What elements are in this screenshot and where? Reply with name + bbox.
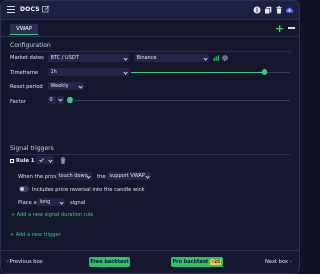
menu-icon[interactable] [7, 6, 15, 14]
reset-period-select[interactable]: Weekly [48, 82, 84, 90]
toggle-knob [19, 186, 24, 191]
header-actions [252, 5, 294, 14]
add-trigger-link[interactable]: + Add a new trigger [10, 232, 61, 238]
chevron-down-icon [58, 97, 63, 102]
rule-checkbox[interactable] [10, 159, 14, 163]
factor-input[interactable]: 0 [48, 96, 56, 104]
tab-vwap[interactable]: VWAP [10, 24, 39, 35]
pro-backtest-label: Pro backtest [172, 259, 209, 265]
free-backtest-button[interactable]: Free backtest [89, 257, 130, 267]
add-tab-button[interactable]: + [275, 23, 284, 34]
timeframe-slider-fill [131, 71, 264, 73]
timeframe-label: Timeframe [10, 70, 39, 76]
previous-box-label: Previous box [9, 259, 43, 265]
direction-value: long [39, 199, 51, 205]
chevron-down-icon [145, 173, 150, 179]
pair-value: BTC / USDT [50, 55, 79, 61]
factor-label: Factor [10, 99, 26, 105]
configuration-divider [10, 51, 290, 52]
delete-icon[interactable] [274, 5, 283, 14]
panel-title: DOCS [20, 6, 40, 13]
previous-box-link[interactable]: ‹ Previous box [6, 259, 43, 265]
panel-header: DOCS [1, 1, 299, 20]
factor-value: 0 [49, 97, 53, 103]
exchange-value: Binance [136, 55, 157, 61]
signal-triggers-divider [10, 154, 290, 155]
direction-select[interactable]: long [37, 198, 65, 206]
chevron-down-icon [59, 199, 64, 205]
place-a-label: Place a [18, 200, 37, 206]
timeframe-slider-handle[interactable] [261, 69, 267, 75]
check-icon [38, 156, 44, 167]
signal-label: signal [70, 200, 86, 206]
pro-badge-count: 25 [214, 258, 220, 264]
pro-backtest-button[interactable]: Pro backtest ⚡25 [171, 257, 223, 267]
wick-toggle-label: Includes price reversal into the candle … [32, 186, 145, 193]
rule-mode-select[interactable] [36, 156, 54, 164]
next-box-link[interactable]: Next box › [265, 259, 292, 265]
target-value: support VWAP [109, 173, 145, 179]
target-select[interactable]: support VWAP [107, 172, 151, 180]
chevron-down-icon [123, 55, 128, 61]
signal-triggers-title: Signal triggers [10, 145, 54, 152]
chart-icon[interactable] [213, 55, 220, 63]
factor-stepper[interactable] [57, 96, 64, 104]
exchange-select[interactable]: Binance [134, 54, 209, 62]
condition-select[interactable]: touch down [56, 172, 92, 180]
rule-label: Rule 1 [16, 158, 35, 164]
reset-period-label: Reset period [10, 84, 43, 90]
wick-toggle[interactable] [19, 186, 29, 192]
reset-period-value: Weekly [50, 83, 69, 89]
gear-icon[interactable] [222, 55, 228, 63]
delete-rule-icon[interactable] [60, 157, 66, 166]
cloud-upload-icon[interactable] [285, 5, 294, 14]
chevron-down-icon [78, 83, 83, 89]
copy-icon[interactable] [263, 5, 272, 14]
factor-slider-track [72, 99, 290, 101]
timeframe-slider-track [264, 71, 290, 73]
pair-select[interactable]: BTC / USDT [48, 54, 129, 62]
add-duration-rule-link[interactable]: + Add a new signal duration rule [11, 212, 93, 218]
chevron-right-icon: › [288, 259, 292, 265]
market-dates-label: Market dates [10, 55, 44, 61]
chevron-down-icon [86, 173, 91, 179]
condition-value: touch down [58, 173, 88, 179]
tab-bar: VWAP + [1, 21, 299, 37]
timeframe-select[interactable]: 1h [48, 68, 129, 76]
when-the-price-label: When the price [18, 174, 58, 180]
chevron-down-icon [203, 55, 208, 61]
docs-panel: DOCS VWAP + Configuration Market dates B… [0, 0, 300, 274]
collapse-icon[interactable] [288, 27, 295, 29]
configuration-title: Configuration [10, 42, 51, 49]
timeframe-value: 1h [50, 69, 57, 75]
chevron-down-icon [123, 69, 128, 75]
pro-backtest-badge: ⚡25 [209, 258, 222, 265]
the-label: the [97, 174, 106, 180]
edit-icon[interactable] [42, 5, 50, 13]
info-icon[interactable] [252, 5, 261, 14]
panel-footer: ‹ Previous box Free backtest Pro backtes… [1, 250, 299, 273]
next-box-label: Next box [265, 259, 289, 265]
chevron-down-icon [48, 157, 53, 163]
